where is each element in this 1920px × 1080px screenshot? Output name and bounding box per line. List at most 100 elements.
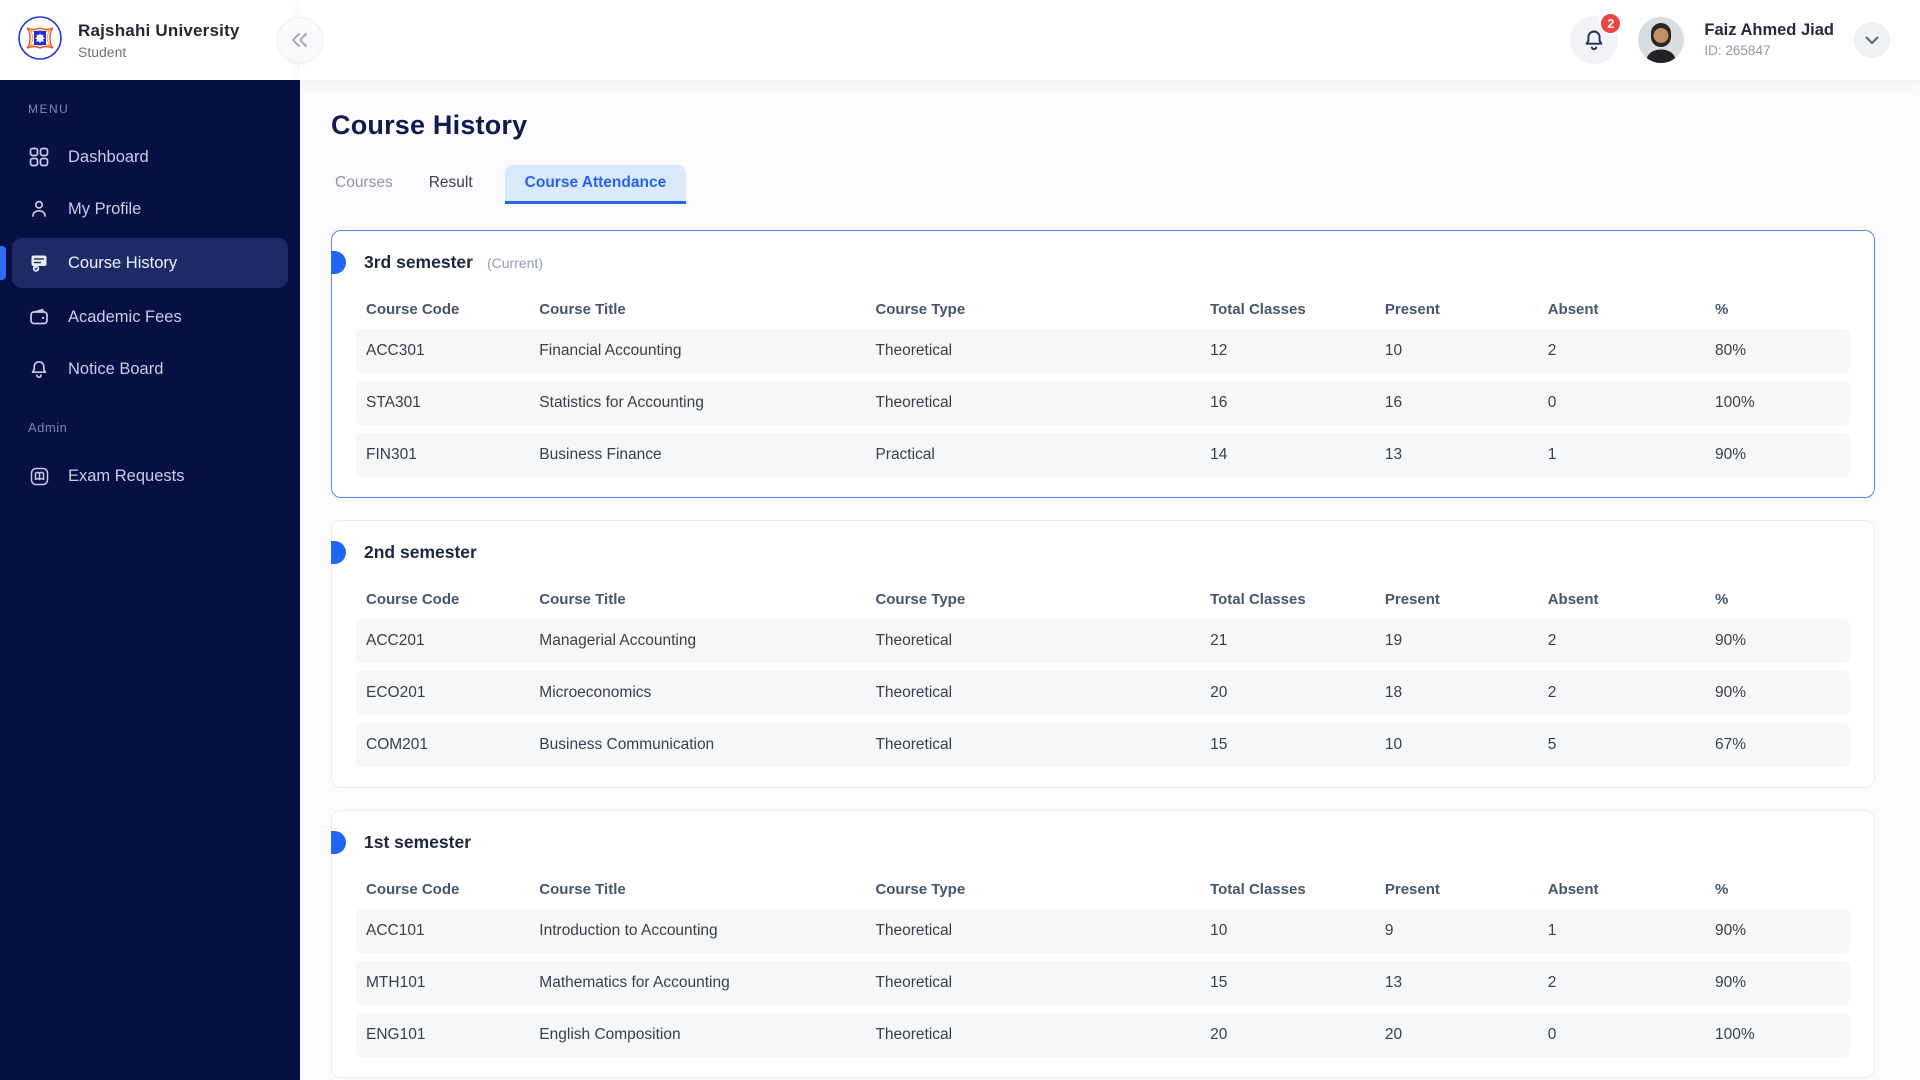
brand-title: Rajshahi University <box>78 20 240 40</box>
page-title: Course History <box>331 110 528 140</box>
column-header: Course Code <box>366 880 460 898</box>
course-row: ECO201 Microeconomics Theoretical 20 18 2 90% <box>356 671 1850 715</box>
table-cell: 5 <box>1547 736 1557 753</box>
table-cell: ACC101 <box>366 922 425 939</box>
attendance-table: Course Code Course Title Course Type Total … <box>332 865 1874 1077</box>
table-cell: Introduction to Accounting <box>539 922 718 939</box>
sidebar-item-my-profile[interactable]: My Profile <box>0 184 300 234</box>
tab-course-attendance[interactable]: Course Attendance <box>504 165 687 204</box>
table-cell: 10 <box>1384 736 1403 753</box>
sidebar-item-course-history[interactable]: Course History <box>0 238 288 288</box>
table-cell: 1 <box>1547 922 1557 939</box>
table-cell: 13 <box>1384 446 1403 463</box>
user-id: ID: 265847 <box>1704 42 1771 58</box>
table-header-row: Course Code Course Title Course Type Total … <box>356 869 1850 909</box>
column-header: % <box>1715 880 1729 898</box>
table-cell: Theoretical <box>875 342 953 359</box>
table-cell: Statistics for Accounting <box>539 394 704 411</box>
course-row: ENG101 English Composition Theoretical 20 20… <box>356 1013 1850 1057</box>
table-cell: 2 <box>1547 684 1557 701</box>
book-icon <box>28 465 50 487</box>
table-cell: Theoretical <box>875 632 953 649</box>
sidebar-item-label: Dashboard <box>68 147 149 166</box>
course-row: FIN301 Business Finance Practical 14 13 1 90% <box>356 433 1850 477</box>
page-content: Course History Courses Result Course Att… <box>300 80 1920 1080</box>
column-header: Absent <box>1547 300 1599 318</box>
table-cell: MTH101 <box>366 974 426 991</box>
sidebar-item-exam-requests[interactable]: Exam Requests <box>0 451 300 501</box>
sidebar-item-academic-fees[interactable]: Academic Fees <box>0 292 300 342</box>
table-cell: Theoretical <box>875 684 953 701</box>
table-cell: 14 <box>1210 446 1228 463</box>
column-header: Course Code <box>366 300 460 318</box>
notification-count-badge: 2 <box>1599 12 1623 35</box>
user-info: Faiz Ahmed Jiad ID: 265847 <box>1704 20 1834 60</box>
sidebar: Rajshahi University Student MENU Dashboa… <box>0 0 323 1080</box>
user-menu-button[interactable] <box>1854 22 1890 58</box>
table-cell: 12 <box>1210 342 1228 359</box>
tab-result[interactable]: Result <box>425 165 477 204</box>
table-cell: 90% <box>1715 446 1747 463</box>
table-cell: 0 <box>1547 394 1557 411</box>
column-header: % <box>1715 300 1729 318</box>
course-row: COM201 Business Communication Theoretical 1… <box>356 723 1850 767</box>
brand-subtitle: Student <box>78 43 127 60</box>
column-header: Present <box>1384 880 1440 898</box>
table-cell: 2 <box>1547 632 1557 649</box>
column-header: Present <box>1384 300 1440 318</box>
table-cell: Managerial Accounting <box>539 632 697 649</box>
column-header: % <box>1715 590 1729 608</box>
table-cell: 2 <box>1547 974 1557 991</box>
column-header: Course Type <box>875 880 966 898</box>
notifications-button[interactable]: 2 <box>1570 12 1623 64</box>
semester-title: 1st semester <box>364 832 472 852</box>
column-header: Course Title <box>539 300 626 318</box>
table-cell: 15 <box>1210 974 1228 991</box>
table-header-row: Course Code Course Title Course Type Total … <box>356 289 1850 329</box>
table-cell: 100% <box>1715 1026 1755 1043</box>
tab-courses[interactable]: Courses <box>331 165 397 204</box>
university-logo-icon <box>16 14 64 67</box>
sidebar-brand: Rajshahi University Student <box>0 0 300 80</box>
app-window: Rajshahi University Student MENU Dashboa… <box>0 0 1920 1080</box>
sidebar-collapse-button[interactable] <box>277 17 323 63</box>
table-cell: Mathematics for Accounting <box>539 974 730 991</box>
table-cell: Theoretical <box>875 974 953 991</box>
grid-icon <box>28 146 50 168</box>
table-cell: 90% <box>1715 632 1747 649</box>
table-cell: 67% <box>1715 736 1747 753</box>
sidebar-item-label: Academic Fees <box>68 307 182 326</box>
course-history-icon <box>28 252 50 274</box>
sidebar-item-label: Notice Board <box>68 359 164 378</box>
sidebar-nav: MENU Dashboard My Profile Course History… <box>0 80 300 1080</box>
table-cell: Business Finance <box>539 446 662 463</box>
table-cell: 10 <box>1384 342 1403 359</box>
table-cell: Theoretical <box>875 1026 953 1043</box>
attendance-table: Course Code Course Title Course Type Total … <box>332 575 1874 787</box>
course-row: MTH101 Mathematics for Accounting Theoreti… <box>356 961 1850 1005</box>
column-header: Absent <box>1547 880 1599 898</box>
user-avatar[interactable] <box>1638 17 1685 63</box>
table-cell: 20 <box>1210 1026 1228 1043</box>
column-header: Total Classes <box>1210 300 1306 318</box>
wallet-icon <box>28 306 50 328</box>
course-row: ACC101 Introduction to Accounting Theoreti… <box>356 909 1850 953</box>
sidebar-item-notice-board[interactable]: Notice Board <box>0 344 300 394</box>
course-row: STA301 Statistics for Accounting Theoretic… <box>356 381 1850 425</box>
attendance-table: Course Code Course Title Course Type Total … <box>332 285 1874 497</box>
table-cell: 20 <box>1210 684 1228 701</box>
sidebar-item-dashboard[interactable]: Dashboard <box>0 132 300 182</box>
table-cell: Theoretical <box>875 736 953 753</box>
table-cell: STA301 <box>366 394 421 411</box>
semester-header: 1st semester <box>332 811 1874 865</box>
column-header: Course Type <box>875 590 966 608</box>
column-header: Course Title <box>539 590 626 608</box>
table-cell: Microeconomics <box>539 684 652 701</box>
main-area: 2 Faiz Ahmed Jiad ID: 265847 Course Hist… <box>300 0 1920 1080</box>
semester-header: 2nd semester <box>332 521 1874 575</box>
semester-title: 2nd semester <box>364 542 477 562</box>
semester-header: 3rd semester (Current) <box>332 231 1874 285</box>
semester-title: 3rd semester <box>364 252 473 272</box>
table-cell: 100% <box>1715 394 1755 411</box>
table-header-row: Course Code Course Title Course Type Total … <box>356 579 1850 619</box>
